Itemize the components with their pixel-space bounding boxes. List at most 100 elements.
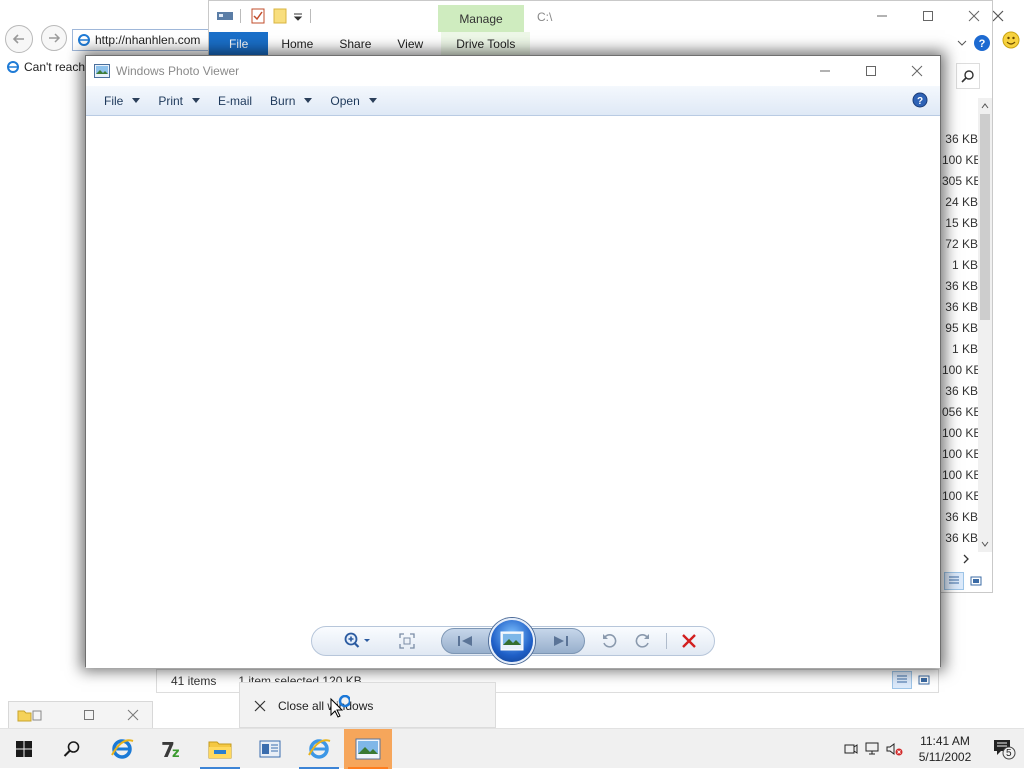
close-all-windows-item[interactable]: Close all windows [240,695,373,717]
taskbar-ie-running[interactable] [295,729,343,769]
ie-tab[interactable]: Can't reach [0,56,90,78]
notification-count: 5 [1006,748,1012,759]
details-view-button[interactable] [892,671,912,689]
status-view-toggle [892,671,934,689]
separator [666,633,667,649]
chevron-down-icon[interactable] [957,38,967,48]
notifications-button[interactable]: 5 [984,729,1024,769]
help-icon[interactable]: ? [912,92,928,108]
actual-size-button[interactable] [395,630,419,652]
maximize-button[interactable] [848,56,894,86]
explorer-taskbar-thumbnail[interactable] [8,701,153,729]
busy-cursor-icon [330,695,350,718]
file-size-cell: 100 KB [942,468,978,482]
photo-display-area[interactable] [86,117,940,668]
ie-tab-title: Can't reach [24,60,85,74]
file-size-cell: 100 KB [942,153,978,167]
checkmark-doc-icon[interactable] [250,8,266,24]
search-icon [63,741,80,757]
close-icon[interactable] [127,709,139,721]
previous-button[interactable] [451,630,479,652]
large-icons-view-button[interactable] [966,572,986,590]
large-icons-view-icon [918,675,930,685]
search-button[interactable] [48,729,96,769]
taskbar-internet-explorer[interactable] [98,729,146,769]
minimize-icon [820,70,830,72]
taskbar-server-manager[interactable] [246,729,294,769]
menu-email[interactable]: E-mail [210,89,262,113]
item-count: 41 items [171,674,217,688]
maximize-button[interactable] [905,1,951,31]
maximize-icon [866,66,876,76]
ie-tab-icon [7,61,19,73]
scroll-up-icon[interactable] [981,102,989,110]
scroll-right-icon[interactable] [961,554,971,564]
tab-drive-tools[interactable]: Drive Tools [441,32,531,56]
rotate-left-button[interactable] [597,630,621,652]
taskbar-file-explorer[interactable] [196,729,244,769]
dropdown-arrow-icon [304,98,313,103]
details-view-button[interactable] [944,572,964,590]
ie-forward-button[interactable] [41,25,67,51]
ie-address-bar[interactable]: http://nhanhlen.com [72,29,212,51]
close-icon [254,700,266,712]
tab-share[interactable]: Share [326,32,384,56]
scrollbar-thumb[interactable] [980,114,990,320]
clock[interactable]: 11:41 AM 5/11/2002 [906,733,984,765]
properties-icon[interactable] [216,9,234,23]
file-size-column: 36 KB 100 KB 305 KB 24 KB 15 KB 72 KB 1 KB 36 K… [942,129,978,549]
tray-device-icon [844,744,858,754]
menu-file-label: File [104,93,124,108]
file-size-cell: 36 KB [945,279,978,293]
menu-email-label: E-mail [218,93,253,108]
zoom-button[interactable] [341,630,375,652]
menu-burn[interactable]: Burn [262,89,322,113]
taskbar-7zip[interactable]: 7z [148,729,196,769]
taskbar-photo-viewer[interactable] [344,729,392,769]
explorer-vertical-scrollbar[interactable] [978,98,992,552]
tray-volume[interactable] [884,729,906,769]
explorer-ribbon-tabs: File Home Share View Drive Tools ? [209,32,992,56]
file-size-cell: 72 KB [945,237,978,251]
file-size-cell: 100 KB [942,363,978,377]
menu-file[interactable]: File [96,89,150,113]
scroll-down-icon[interactable] [981,540,989,548]
arrow-right-icon [49,33,61,43]
dropdown-icon[interactable] [293,12,303,22]
explorer-view-toggle [944,572,992,592]
maximize-icon[interactable] [83,709,95,721]
file-size-cell: 36 KB [945,300,978,314]
folder-icon[interactable] [272,8,288,24]
explorer-search-button[interactable] [956,63,980,89]
ie-page-icon [78,34,90,46]
start-button[interactable] [0,729,48,769]
help-icon[interactable]: ? [973,34,991,52]
minimize-button[interactable] [802,56,848,86]
file-size-cell: 95 KB [945,321,978,335]
slideshow-button[interactable] [489,618,535,664]
clock-date: 5/11/2002 [918,750,972,764]
file-size-cell: 100 KB [942,426,978,440]
file-size-cell: 1 KB [951,258,978,272]
delete-button[interactable] [677,630,701,652]
tab-home[interactable]: Home [268,32,326,56]
tab-view[interactable]: View [384,32,436,56]
file-size-cell: 056 KB [942,405,978,419]
previous-icon [458,636,472,646]
rotate-right-button[interactable] [631,630,655,652]
ie-back-button[interactable] [5,25,33,53]
minimize-button[interactable] [859,1,905,31]
close-button[interactable] [951,1,997,31]
menu-open[interactable]: Open [322,89,386,113]
close-button[interactable] [894,56,940,86]
next-button[interactable] [547,630,575,652]
tray-network[interactable] [862,729,884,769]
tray-action-center[interactable] [840,729,862,769]
menu-print[interactable]: Print [150,89,210,113]
smiley-icon[interactable] [1002,31,1020,49]
manage-context-tab[interactable]: Manage [438,5,524,32]
large-icons-view-button[interactable] [914,671,934,689]
tab-file[interactable]: File [209,32,269,56]
file-size-cell: 15 KB [945,216,978,230]
photo-viewer-menubar: File Print E-mail Burn Open [86,86,940,116]
